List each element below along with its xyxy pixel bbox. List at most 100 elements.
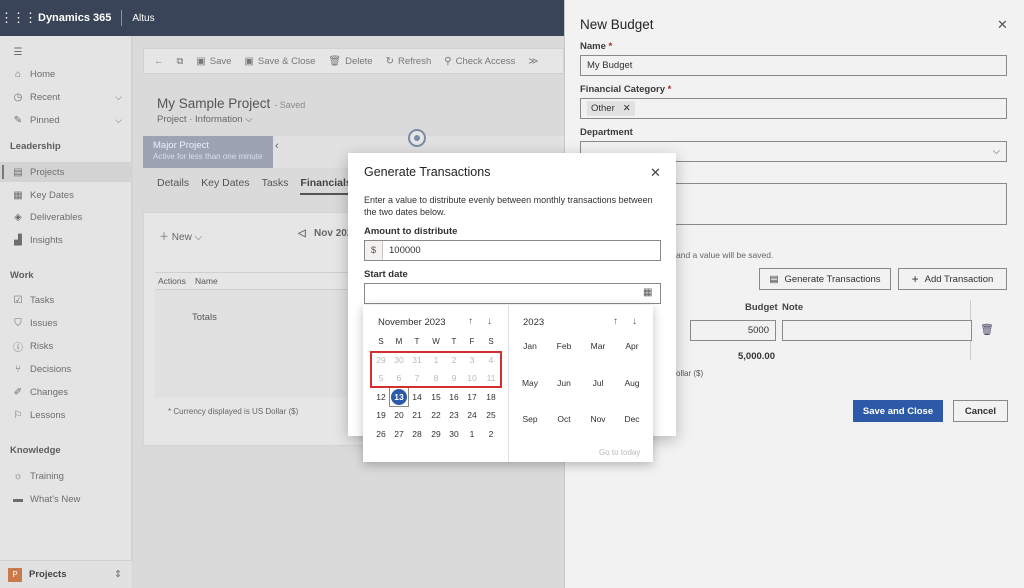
month-cell[interactable]: Oct — [549, 414, 579, 424]
sidebar-item-label: Key Dates — [30, 189, 74, 201]
generate-transactions-button[interactable]: ▤ Generate Transactions — [759, 268, 891, 290]
month-cell[interactable]: Apr — [617, 341, 647, 351]
month-cell[interactable]: Nov — [583, 414, 613, 424]
calendar-icon[interactable]: ▦ — [643, 287, 652, 298]
hamburger-menu-icon[interactable]: ☰ — [0, 42, 132, 62]
month-title[interactable]: November 2023 — [378, 317, 446, 328]
go-to-today-link[interactable]: Go to today — [599, 448, 640, 457]
record-title: My Sample Project - Saved — [157, 96, 305, 111]
month-cell[interactable]: Sep — [515, 414, 545, 424]
sidebar-item-risks[interactable]: ⓘ Risks — [0, 336, 132, 356]
cube-icon: ◈ — [14, 211, 22, 223]
sidebar-item-insights[interactable]: ▟ Insights — [0, 230, 132, 250]
sidebar-item-issues[interactable]: ⛉ Issues — [0, 313, 132, 333]
delete-row-icon[interactable]: 🗑 — [980, 323, 994, 336]
day-cell[interactable]: 14 — [408, 388, 426, 406]
month-cell[interactable]: Jan — [515, 341, 545, 351]
tab-key-dates[interactable]: Key Dates — [201, 177, 249, 195]
month-cell[interactable]: Jul — [583, 378, 613, 388]
refresh-button[interactable]: ↻ Refresh — [386, 56, 432, 67]
period-navigator[interactable]: ◁ Nov 202 — [298, 228, 352, 239]
day-cell[interactable]: 24 — [463, 406, 481, 424]
note-input[interactable] — [782, 320, 972, 341]
overflow-icon[interactable]: ≫ — [528, 56, 538, 67]
day-cell[interactable]: 20 — [390, 406, 408, 424]
day-cell[interactable]: 15 — [427, 388, 445, 406]
sidebar-item-deliverables[interactable]: ◈ Deliverables — [0, 207, 132, 227]
chevron-left-icon[interactable]: ‹ — [275, 140, 279, 152]
month-cell[interactable]: Aug — [617, 378, 647, 388]
stage-indicator[interactable] — [408, 129, 426, 147]
active-stage[interactable]: Major Project Active for less than one m… — [143, 136, 273, 168]
month-cell[interactable]: May — [515, 378, 545, 388]
day-cell[interactable]: 29 — [427, 425, 445, 443]
month-cell[interactable]: Jun — [549, 378, 579, 388]
day-cell[interactable]: 2 — [482, 425, 500, 443]
arrow-up-icon[interactable]: ↑ — [613, 316, 618, 327]
sidebar-item-changes[interactable]: ✐ Changes — [0, 382, 132, 402]
day-cell[interactable]: 21 — [408, 406, 426, 424]
day-cell[interactable]: 27 — [390, 425, 408, 443]
chevron-down-icon[interactable]: ⌵ — [115, 92, 122, 103]
hint-text: and a value will be saved. — [676, 250, 774, 260]
weekday-header: T — [414, 337, 420, 346]
add-transaction-button[interactable]: + Add Transaction — [898, 268, 1007, 290]
app-name[interactable]: Dynamics 365 — [38, 12, 111, 24]
save-close-button[interactable]: ▣ Save & Close — [244, 56, 315, 67]
check-access-button[interactable]: ⚲ Check Access — [444, 56, 515, 67]
month-cell[interactable]: Feb — [549, 341, 579, 351]
budget-input[interactable]: 5000 — [690, 320, 776, 341]
day-cell[interactable]: 17 — [463, 388, 481, 406]
category-chip[interactable]: Other ✕ — [587, 101, 635, 116]
sidebar-item-home[interactable]: ⌂ Home — [0, 64, 132, 84]
save-and-close-button[interactable]: Save and Close — [853, 400, 943, 422]
remove-icon[interactable]: ✕ — [623, 103, 631, 114]
name-field[interactable]: My Budget — [580, 55, 1007, 76]
day-cell[interactable]: 28 — [408, 425, 426, 443]
day-cell[interactable]: 22 — [427, 406, 445, 424]
tab-details[interactable]: Details — [157, 177, 189, 195]
day-cell[interactable]: 30 — [445, 425, 463, 443]
arrow-up-icon[interactable]: ↑ — [468, 316, 473, 327]
sidebar-item-projects[interactable]: ▤ Projects — [0, 162, 132, 182]
close-icon[interactable]: ✕ — [997, 17, 1008, 33]
grid-new-button[interactable]: ＋ New ⌵ — [159, 228, 202, 243]
cancel-button[interactable]: Cancel — [953, 400, 1008, 422]
day-cell[interactable]: 26 — [372, 425, 390, 443]
day-cell[interactable]: 19 — [372, 406, 390, 424]
arrow-down-icon[interactable]: ↓ — [632, 316, 637, 327]
chevron-down-icon[interactable]: ⌵ — [115, 115, 122, 126]
day-cell[interactable]: 25 — [482, 406, 500, 424]
back-icon[interactable]: ← — [154, 56, 164, 67]
sidebar-item-pinned[interactable]: ✎ Pinned ⌵ — [0, 110, 132, 130]
amount-input[interactable]: $ 100000 — [364, 240, 661, 261]
sidebar-item-tasks[interactable]: ☑ Tasks — [0, 290, 132, 310]
sidebar-item-whats-new[interactable]: ▬ What's New — [0, 489, 132, 509]
day-cell[interactable]: 1 — [463, 425, 481, 443]
financial-category-field[interactable]: Other ✕ — [580, 98, 1007, 119]
sidebar-item-training[interactable]: ☼ Training — [0, 466, 132, 486]
delete-button[interactable]: 🗑 Delete — [328, 56, 372, 67]
day-cell[interactable]: 23 — [445, 406, 463, 424]
day-cell[interactable]: 16 — [445, 388, 463, 406]
popout-icon[interactable]: ⧉ — [177, 56, 184, 67]
tab-financials[interactable]: Financials — [300, 177, 352, 195]
sidebar-item-label: Pinned — [30, 114, 60, 126]
form-selector[interactable]: Information — [195, 114, 243, 125]
save-button[interactable]: ▣ Save — [196, 56, 231, 67]
area-switcher[interactable]: P Projects ⇕ — [0, 560, 132, 588]
close-icon[interactable]: ✕ — [650, 165, 661, 181]
tab-tasks[interactable]: Tasks — [262, 177, 289, 195]
sidebar-item-lessons[interactable]: ⚐ Lessons — [0, 405, 132, 425]
day-cell[interactable]: 12 — [372, 388, 390, 406]
start-date-input[interactable] — [364, 283, 661, 304]
sidebar-item-key-dates[interactable]: ▦ Key Dates — [0, 185, 132, 205]
arrow-down-icon[interactable]: ↓ — [487, 316, 492, 327]
waffle-menu-icon[interactable]: ⋮⋮⋮ — [0, 10, 37, 26]
month-cell[interactable]: Mar — [583, 341, 613, 351]
year-title[interactable]: 2023 — [523, 317, 544, 328]
sidebar-item-decisions[interactable]: ⑂ Decisions — [0, 359, 132, 379]
month-cell[interactable]: Dec — [617, 414, 647, 424]
sidebar-item-recent[interactable]: ◷ Recent ⌵ — [0, 87, 132, 107]
day-cell[interactable]: 18 — [482, 388, 500, 406]
